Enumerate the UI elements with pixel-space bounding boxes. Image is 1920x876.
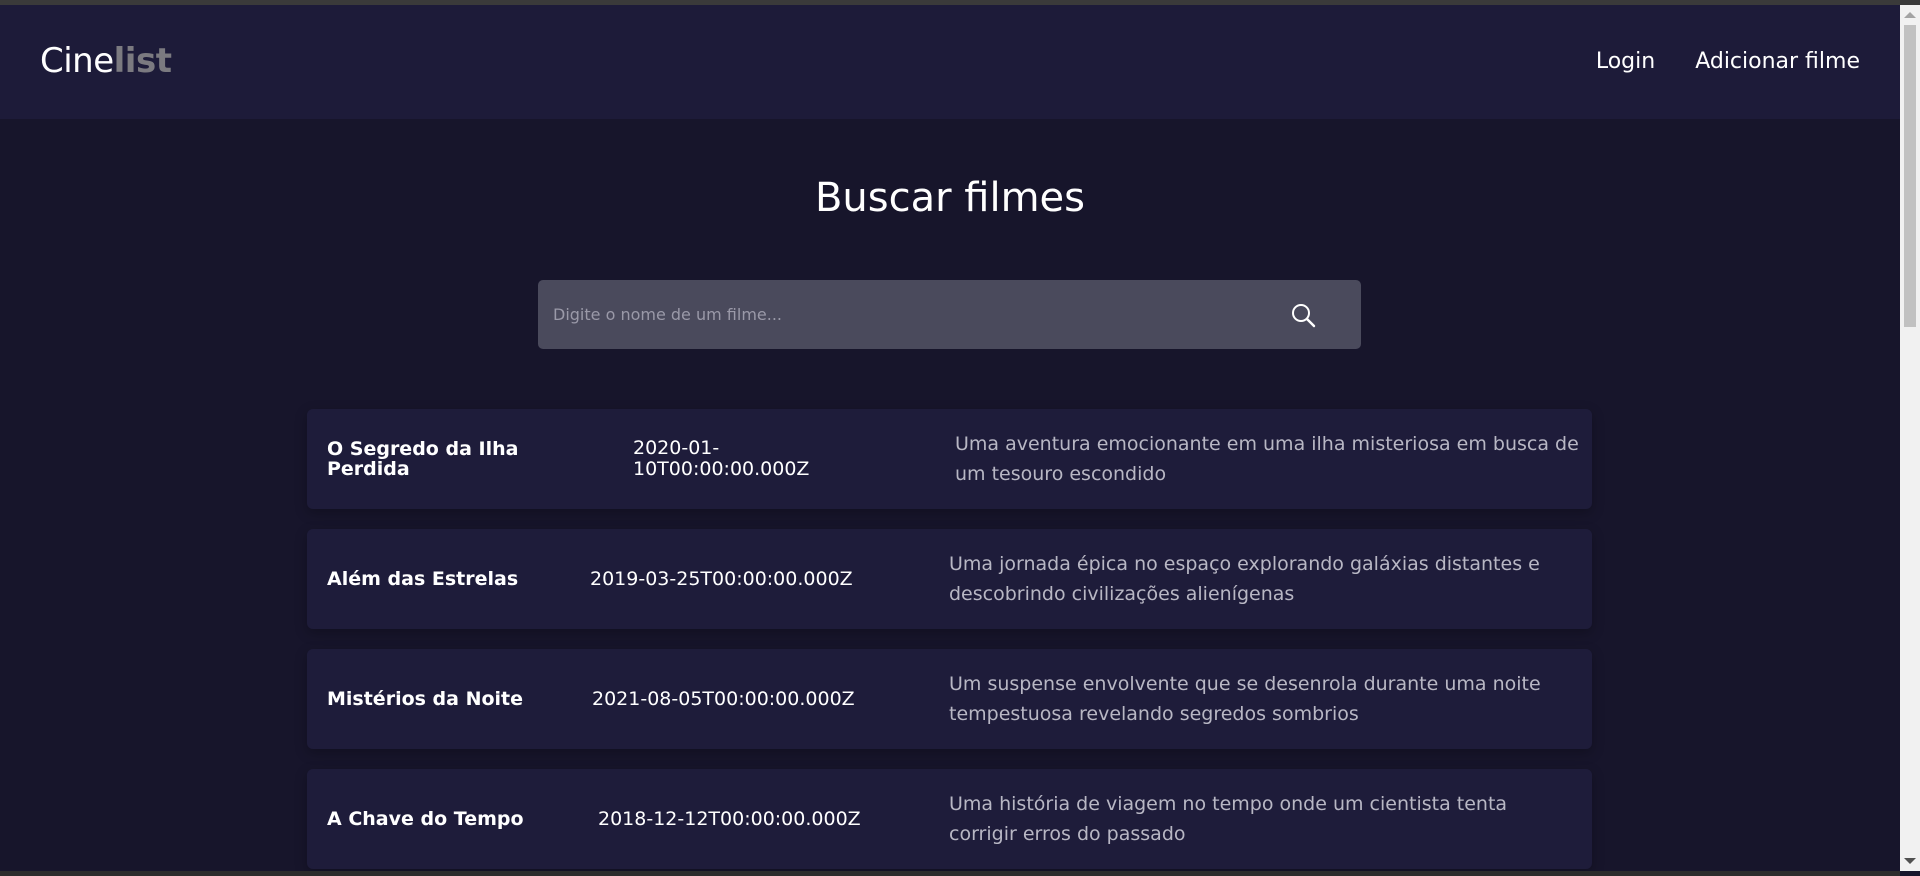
movie-date: 2018-12-12T00:00:00.000Z xyxy=(598,807,861,830)
movie-title: O Segredo da Ilha Perdida xyxy=(327,438,519,480)
movie-title: Além das Estrelas xyxy=(327,568,519,590)
scrollbar-thumb[interactable] xyxy=(1904,25,1916,327)
logo-text-cine: Cine xyxy=(40,41,114,81)
movie-title: Mistérios da Noite xyxy=(327,688,524,710)
movie-card[interactable]: A Chave do Tempo 2018-12-12T00:00:00.000… xyxy=(307,769,1592,869)
movie-description: Uma aventura emocionante em uma ilha mis… xyxy=(955,433,1579,485)
page-title: Buscar filmes xyxy=(814,175,1086,221)
movie-description: Um suspense envolvente que se desenrola … xyxy=(949,673,1541,725)
search-input[interactable] xyxy=(538,280,1238,349)
movie-card[interactable]: O Segredo da Ilha Perdida 2020-01-10T00:… xyxy=(307,409,1592,509)
movie-date: 2019-03-25T00:00:00.000Z xyxy=(590,567,853,590)
movie-card[interactable]: Mistérios da Noite 2021-08-05T00:00:00.0… xyxy=(307,649,1592,749)
search-icon xyxy=(1292,304,1316,328)
search-button[interactable] xyxy=(1278,290,1328,340)
vertical-scrollbar[interactable] xyxy=(1900,5,1920,871)
search-bar xyxy=(538,280,1361,349)
logo-text-list: list xyxy=(113,41,172,81)
window-bottom-border xyxy=(0,871,1900,876)
main-content: Buscar filmes O Segredo da Ilha Perdida … xyxy=(0,119,1900,871)
logo[interactable]: Cinelist xyxy=(40,41,172,81)
movie-list: O Segredo da Ilha Perdida 2020-01-10T00:… xyxy=(307,409,1592,876)
movie-description: Uma história de viagem no tempo onde um … xyxy=(949,793,1508,845)
movie-card[interactable]: Além das Estrelas 2019-03-25T00:00:00.00… xyxy=(307,529,1592,629)
scroll-up-arrow-icon[interactable] xyxy=(1904,12,1916,18)
login-link[interactable]: Login xyxy=(1596,49,1655,74)
page: Cinelist Login Adicionar filme Buscar fi… xyxy=(0,0,1920,876)
movie-description: Uma jornada épica no espaço explorando g… xyxy=(949,553,1540,605)
scroll-down-arrow-icon[interactable] xyxy=(1904,858,1916,864)
site-header: Cinelist Login Adicionar filme xyxy=(0,5,1900,119)
movie-date: 2021-08-05T00:00:00.000Z xyxy=(592,687,855,710)
add-movie-link[interactable]: Adicionar filme xyxy=(1695,49,1860,74)
main-nav: Login Adicionar filme xyxy=(1596,49,1860,74)
movie-date: 2020-01-10T00:00:00.000Z xyxy=(633,437,810,480)
movie-title: A Chave do Tempo xyxy=(327,808,524,830)
